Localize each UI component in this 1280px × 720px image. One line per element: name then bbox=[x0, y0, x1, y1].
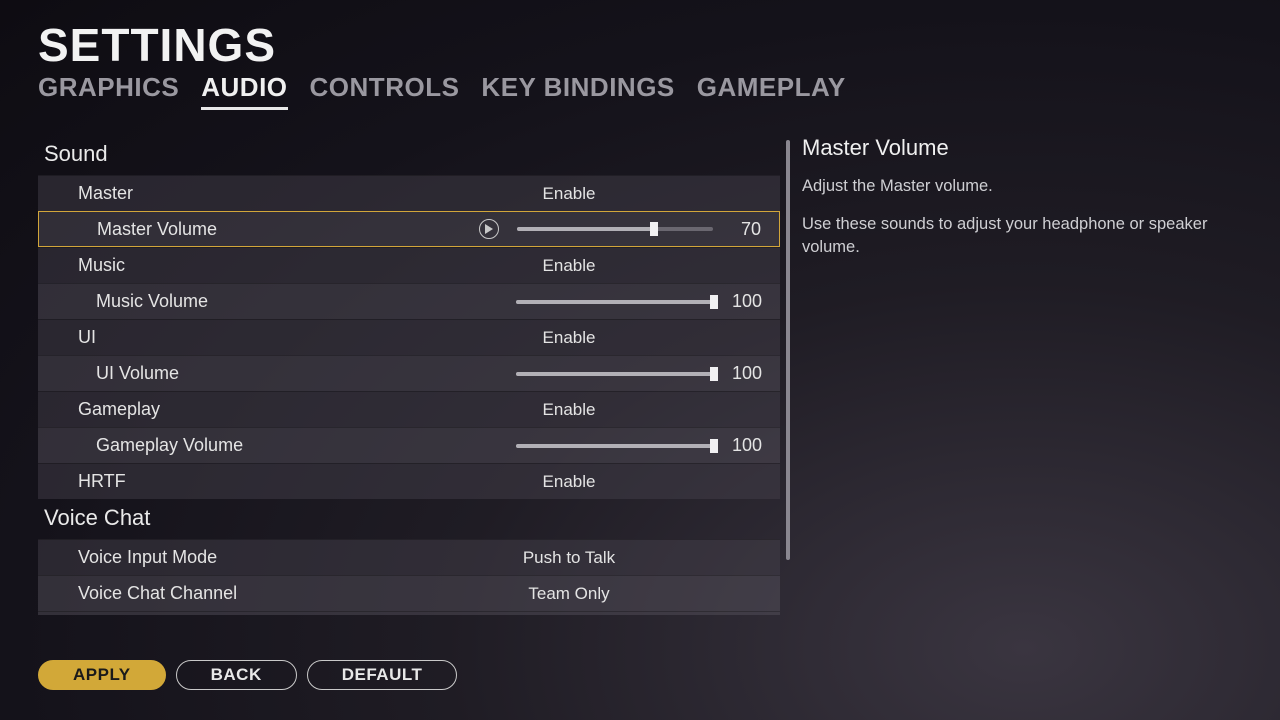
settings-list: SoundMasterEnableMaster Volume70MusicEna… bbox=[38, 135, 780, 615]
setting-value[interactable]: Enable bbox=[478, 328, 780, 348]
tab-graphics[interactable]: GRAPHICS bbox=[38, 72, 179, 110]
tab-controls[interactable]: CONTROLS bbox=[310, 72, 460, 110]
slider-track[interactable] bbox=[516, 444, 714, 448]
setting-row-ui[interactable]: UIEnable bbox=[38, 319, 780, 355]
apply-button[interactable]: APPLY bbox=[38, 660, 166, 690]
slider-thumb[interactable] bbox=[710, 367, 718, 381]
help-text-2: Use these sounds to adjust your headphon… bbox=[802, 213, 1222, 258]
setting-row-gameplay[interactable]: GameplayEnable bbox=[38, 391, 780, 427]
slider-track[interactable] bbox=[516, 300, 714, 304]
setting-label: Gameplay bbox=[38, 399, 478, 420]
setting-row-music-volume[interactable]: Music Volume 100 bbox=[38, 283, 780, 319]
setting-value[interactable]: Enable bbox=[478, 400, 780, 420]
page-title: SETTINGS bbox=[38, 18, 276, 72]
setting-row-master-volume[interactable]: Master Volume 70 bbox=[38, 211, 780, 247]
setting-row-music[interactable]: MusicEnable bbox=[38, 247, 780, 283]
scrollbar[interactable] bbox=[786, 140, 790, 610]
setting-label: Voice Input Mode bbox=[38, 547, 478, 568]
settings-tabs: GRAPHICS AUDIO CONTROLS KEY BINDINGS GAMEPLA… bbox=[38, 72, 846, 110]
slider-wrap: 70 bbox=[479, 219, 779, 240]
help-text-1: Adjust the Master volume. bbox=[802, 175, 1222, 197]
section-voice-chat: Voice Chat bbox=[38, 499, 780, 539]
slider-wrap: 100 bbox=[478, 291, 780, 312]
setting-value[interactable]: Enable bbox=[478, 472, 780, 492]
setting-label: Master bbox=[38, 183, 478, 204]
slider-wrap: 100 bbox=[478, 435, 780, 456]
help-panel: Master Volume Adjust the Master volume. … bbox=[802, 135, 1222, 274]
tab-audio[interactable]: AUDIO bbox=[201, 72, 287, 110]
setting-label: Master Volume bbox=[39, 219, 479, 240]
setting-row-voice-input-mode[interactable]: Voice Input ModePush to Talk bbox=[38, 539, 780, 575]
default-button[interactable]: DEFAULT bbox=[307, 660, 458, 690]
setting-row-master[interactable]: MasterEnable bbox=[38, 175, 780, 211]
slider-track[interactable] bbox=[517, 227, 713, 231]
setting-label: UI Volume bbox=[38, 363, 478, 384]
back-button[interactable]: BACK bbox=[176, 660, 297, 690]
setting-row-gameplay-volume[interactable]: Gameplay Volume 100 bbox=[38, 427, 780, 463]
slider-value: 100 bbox=[724, 291, 762, 312]
slider-track[interactable] bbox=[516, 372, 714, 376]
setting-row-ui-volume[interactable]: UI Volume 100 bbox=[38, 355, 780, 391]
help-title: Master Volume bbox=[802, 135, 1222, 161]
setting-row-cutoff bbox=[38, 611, 780, 615]
setting-value[interactable]: Push to Talk bbox=[478, 548, 780, 568]
slider-wrap: 100 bbox=[478, 363, 780, 384]
setting-value[interactable]: Team Only bbox=[478, 584, 780, 604]
footer-buttons: APPLY BACK DEFAULT bbox=[38, 660, 457, 690]
setting-label: UI bbox=[38, 327, 478, 348]
tab-gameplay[interactable]: GAMEPLAY bbox=[697, 72, 846, 110]
scrollbar-thumb[interactable] bbox=[786, 140, 790, 560]
setting-label: Music Volume bbox=[38, 291, 478, 312]
slider-value: 100 bbox=[724, 363, 762, 384]
section-sound: Sound bbox=[38, 135, 780, 175]
slider-value: 70 bbox=[723, 219, 761, 240]
setting-value[interactable]: Enable bbox=[478, 184, 780, 204]
setting-row-voice-chat-channel[interactable]: Voice Chat ChannelTeam Only bbox=[38, 575, 780, 611]
slider-thumb[interactable] bbox=[710, 295, 718, 309]
slider-thumb[interactable] bbox=[710, 439, 718, 453]
setting-label: Music bbox=[38, 255, 478, 276]
slider-value: 100 bbox=[724, 435, 762, 456]
setting-label: Gameplay Volume bbox=[38, 435, 478, 456]
play-icon[interactable] bbox=[479, 219, 499, 239]
setting-label: HRTF bbox=[38, 471, 478, 492]
setting-row-hrtf[interactable]: HRTFEnable bbox=[38, 463, 780, 499]
setting-value[interactable]: Enable bbox=[478, 256, 780, 276]
setting-label: Voice Chat Channel bbox=[38, 583, 478, 604]
slider-thumb[interactable] bbox=[650, 222, 658, 236]
tab-key-bindings[interactable]: KEY BINDINGS bbox=[481, 72, 674, 110]
